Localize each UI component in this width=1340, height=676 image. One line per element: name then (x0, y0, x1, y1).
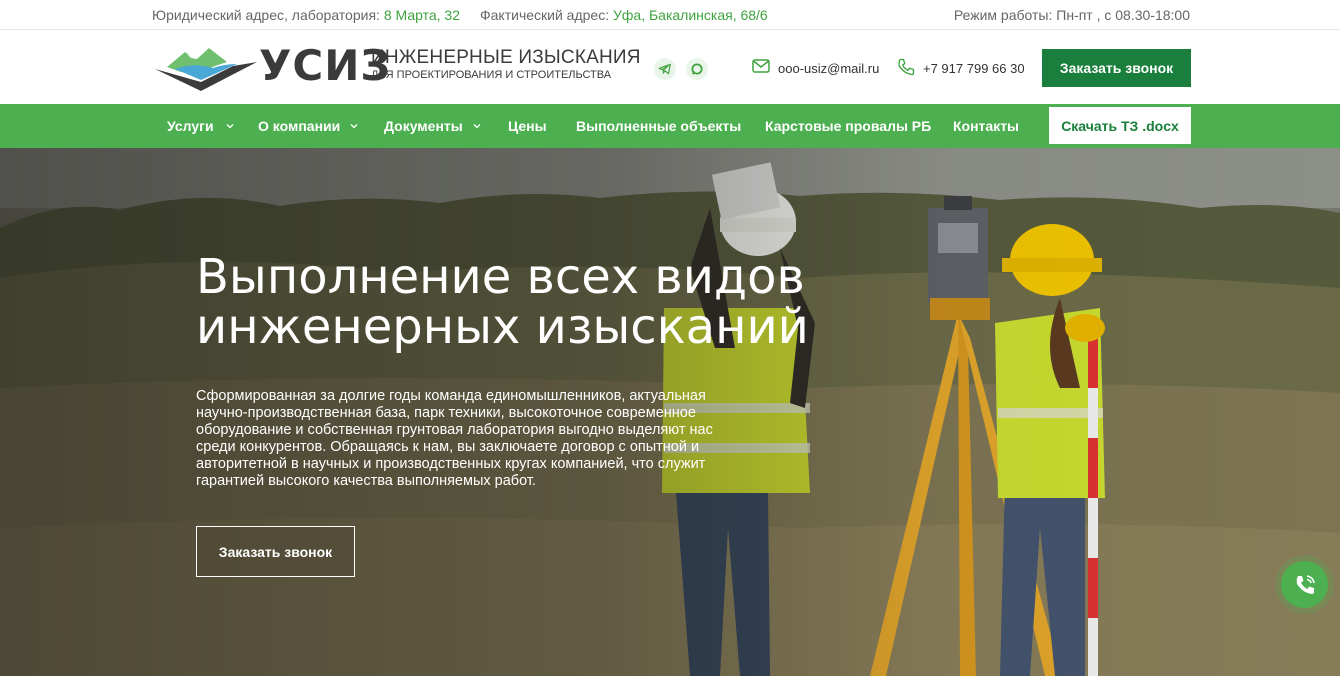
telegram-icon[interactable] (654, 58, 676, 80)
hero-description-line: научно-производственная база, парк техни… (196, 405, 696, 421)
legal-address: Юридический адрес, лаборатория: 8 Марта,… (152, 7, 460, 23)
top-info-bar: Юридический адрес, лаборатория: 8 Марта,… (0, 0, 1340, 30)
nav-item-label: Документы (384, 118, 463, 134)
floating-call-button[interactable] (1281, 561, 1328, 608)
hero-description-line: гарантией высокого качества выполняемых … (196, 473, 536, 489)
actual-address: Фактический адрес: Уфа, Бакалинская, 68/… (480, 7, 768, 23)
hero-description-line: авторитетной в научных и производственны… (196, 456, 706, 472)
nav-item-documents[interactable]: Документы (384, 104, 481, 148)
actual-address-value[interactable]: Уфа, Бакалинская, 68/6 (613, 7, 768, 23)
nav-item-label: Выполненные объекты (576, 118, 742, 134)
nav-item-services[interactable]: Услуги (167, 104, 234, 148)
chevron-down-icon (350, 124, 358, 129)
legal-address-label: Юридический адрес, лаборатория: (152, 7, 380, 23)
site-header: УСИЗ ИНЖЕНЕРНЫЕ ИЗЫСКАНИЯ ДЛЯ ПРОЕКТИРОВ… (0, 31, 1340, 104)
nav-item-label: Цены (508, 118, 547, 134)
nav-item-label: Контакты (953, 118, 1020, 134)
actual-address-label: Фактический адрес: (480, 7, 610, 23)
hero-description: Сформированная за долгие годы команда ед… (196, 388, 716, 490)
hero-order-call-button[interactable]: Заказать звонок (196, 526, 355, 577)
hero-section: Выполнение всех видов инженерных изыскан… (0, 148, 1340, 676)
hero-title-line-2: инженерных изысканий (196, 299, 809, 355)
download-tz-button[interactable]: Скачать ТЗ .docx (1049, 107, 1191, 144)
phone-call-icon (1296, 574, 1315, 594)
logo-tagline-sub: ДЛЯ ПРОЕКТИРОВАНИЯ И СТРОИТЕЛЬСТВА (371, 69, 612, 81)
hero-description-line: оборудование и собственная грунтовая лаб… (196, 422, 713, 438)
hero-description-line: среди конкурентов. Обращаясь к нам, вы з… (196, 439, 700, 455)
working-hours: Режим работы: Пн-пт , с 08.30-18:00 (953, 7, 1190, 23)
order-call-button[interactable]: Заказать звонок (1042, 49, 1191, 87)
logo-tagline-main: ИНЖЕНЕРНЫЕ ИЗЫСКАНИЯ (371, 47, 641, 68)
nav-item-completed-objects[interactable]: Выполненные объекты (576, 104, 741, 148)
whatsapp-icon[interactable] (686, 58, 708, 80)
chevron-down-icon (226, 124, 234, 129)
hero-title: Выполнение всех видов инженерных изыскан… (196, 252, 816, 352)
phone-link[interactable]: +7 917 799 66 30 (923, 61, 1025, 76)
nav-item-contacts[interactable]: Контакты (953, 104, 1019, 148)
mail-icon (752, 59, 770, 73)
nav-item-label: Услуги (167, 118, 214, 134)
hero-title-line-1: Выполнение всех видов (196, 249, 805, 305)
nav-item-label: О компании (258, 118, 341, 134)
nav-item-karst[interactable]: Карстовые провалы РБ (765, 104, 931, 148)
nav-item-prices[interactable]: Цены (508, 104, 547, 148)
legal-address-value[interactable]: 8 Марта, 32 (384, 7, 460, 23)
phone-icon (898, 58, 915, 76)
nav-item-about[interactable]: О компании (258, 104, 358, 148)
email-link[interactable]: ooo-usiz@mail.ru (778, 61, 879, 76)
nav-item-label: Карстовые провалы РБ (765, 118, 932, 134)
logo-mountain-icon[interactable] (153, 42, 259, 92)
hero-description-line: Сформированная за долгие годы команда ед… (196, 388, 706, 404)
chevron-down-icon (473, 124, 481, 129)
main-nav: Услуги О компании Документы Цены Выполне… (0, 104, 1340, 148)
